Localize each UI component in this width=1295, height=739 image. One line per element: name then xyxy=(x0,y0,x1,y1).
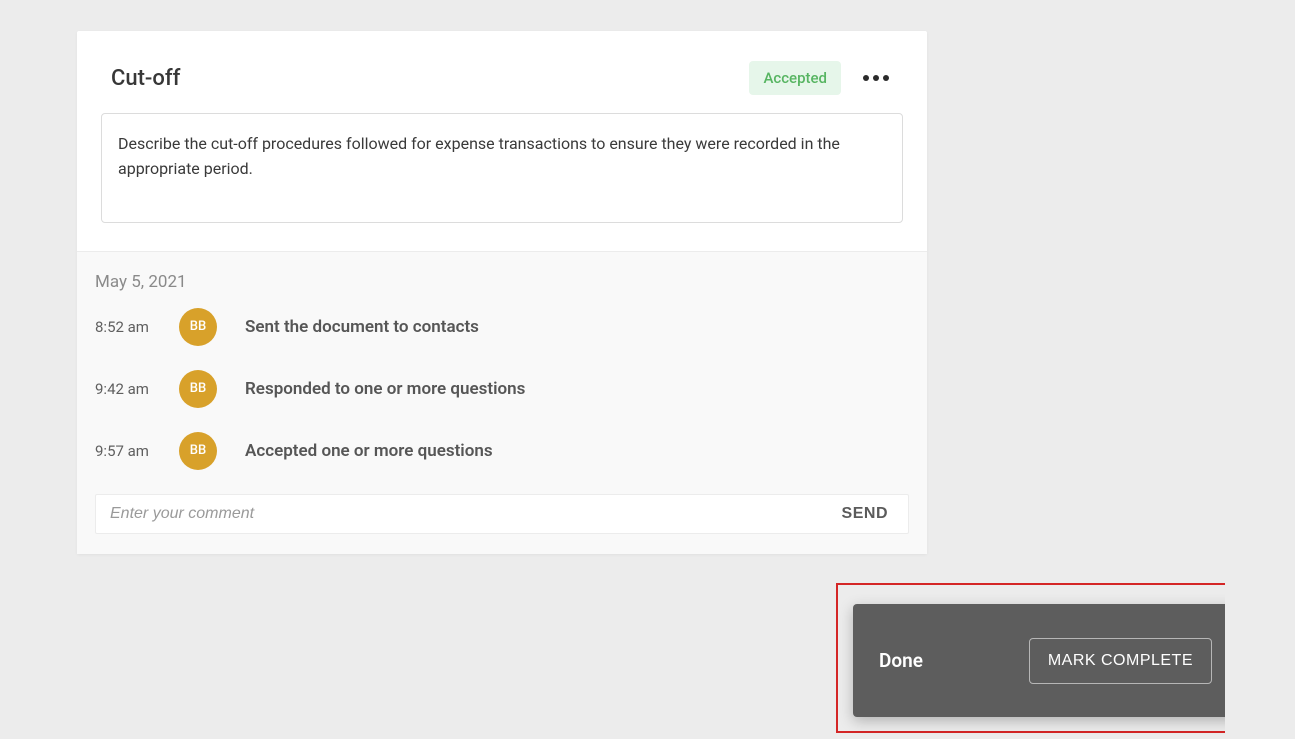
question-description: Describe the cut-off procedures followed… xyxy=(101,113,903,223)
activity-time: 8:52 am xyxy=(95,318,165,336)
toast: Done MARK COMPLETE xyxy=(853,604,1276,717)
card-header-actions: Accepted xyxy=(749,61,893,95)
page-background: Cut-off Accepted Describe the cut-off pr… xyxy=(0,0,1225,739)
toast-highlight-frame: Done MARK COMPLETE xyxy=(836,583,1289,733)
activity-section: May 5, 2021 8:52 am BB Sent the document… xyxy=(77,251,927,554)
more-menu-icon[interactable] xyxy=(859,71,893,85)
activity-text: Responded to one or more questions xyxy=(245,379,525,399)
comment-bar: SEND xyxy=(95,494,909,534)
question-card: Cut-off Accepted Describe the cut-off pr… xyxy=(77,31,927,554)
mark-complete-button[interactable]: MARK COMPLETE xyxy=(1029,638,1212,684)
avatar: BB xyxy=(179,308,217,346)
activity-time: 9:57 am xyxy=(95,442,165,460)
avatar: BB xyxy=(179,432,217,470)
activity-text: Sent the document to contacts xyxy=(245,317,479,337)
activity-time: 9:42 am xyxy=(95,380,165,398)
toast-title: Done xyxy=(879,649,923,672)
send-button[interactable]: SEND xyxy=(842,505,888,523)
card-title: Cut-off xyxy=(111,66,180,91)
activity-item: 9:42 am BB Responded to one or more ques… xyxy=(95,370,909,408)
activity-item: 8:52 am BB Sent the document to contacts xyxy=(95,308,909,346)
status-badge: Accepted xyxy=(749,61,841,95)
avatar: BB xyxy=(179,370,217,408)
activity-item: 9:57 am BB Accepted one or more question… xyxy=(95,432,909,470)
comment-input[interactable] xyxy=(110,505,842,523)
right-gutter xyxy=(1225,0,1295,739)
activity-date: May 5, 2021 xyxy=(95,272,909,292)
card-header: Cut-off Accepted xyxy=(77,31,927,107)
toast-actions: MARK COMPLETE xyxy=(1029,638,1258,684)
activity-text: Accepted one or more questions xyxy=(245,441,493,461)
